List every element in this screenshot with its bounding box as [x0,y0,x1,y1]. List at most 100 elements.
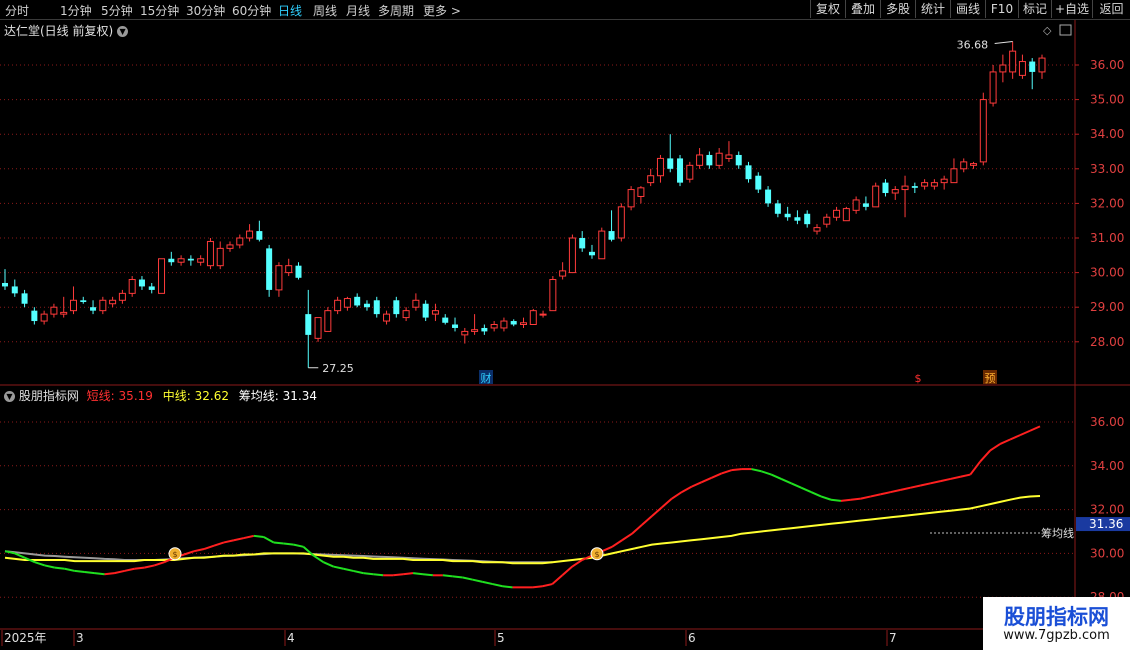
money-bag-glyph: $ [172,550,177,559]
short-line-segment [134,566,145,570]
short-line-segment [223,539,235,544]
candle-body-up [60,311,68,315]
candle-body-up [559,270,567,277]
mid-value: 32.62 [194,389,229,403]
short-line-segment [999,438,1011,445]
short-line-segment [571,559,583,568]
candle-body-up [216,247,224,267]
candle-body-up [872,185,880,208]
short-line-segment [74,569,85,574]
price-tick-label: 29.00 [1090,300,1124,314]
short-line-segment [711,472,722,479]
candle-body-down [774,203,781,214]
avg-line-tag: 筹均线 [1041,526,1074,540]
short-line-segment [402,572,414,576]
short-line-segment [930,480,941,485]
avg-value: 31.34 [282,389,318,403]
current-value-tag: 31.36 [1089,517,1123,531]
candle-body-down [373,300,380,315]
indicator-tick-label: 36.00 [1090,415,1124,429]
candle-body-up [852,199,860,211]
candle-body-up [950,168,958,184]
candle-body-down [2,282,8,287]
short-line-segment [482,580,493,586]
candle-body-up [725,154,733,159]
panel-toggle-icon [1059,24,1072,36]
candle-body-up [40,313,48,322]
short-line-segment [820,495,832,501]
candle-body-up [402,310,410,319]
short-line-segment [104,572,115,576]
chevron-down-icon[interactable]: ▼ [117,26,129,37]
candle-body-down [588,251,595,256]
short-line-segment [283,542,294,546]
candle-body-up [656,157,664,177]
candle-body-up [285,265,293,274]
candle-body-up [206,240,214,267]
avg-label: 筹均线: [238,389,279,403]
short-line-segment [940,477,951,483]
candle-body-up [471,329,479,332]
candle-body-down [608,231,615,240]
indicator-title: ▼ 股朋指标网 短线: 35.19 中线: 32.62 筹均线: 31.34 [4,387,317,404]
chevron-down-icon[interactable]: ▼ [4,391,15,402]
short-line-segment [472,578,483,583]
candle-body-up [1018,61,1026,76]
short-line-segment [681,485,693,493]
short-line-segment [1009,434,1021,441]
candle-body-up [529,310,537,326]
x-axis-label: 4 [287,631,295,645]
stock-title: 达仁堂(日线 前复权) [4,24,114,38]
watermark-url: www.7gpzb.com [1003,628,1110,643]
short-line-segment [492,583,503,588]
short-line-segment [323,561,334,568]
candle-body-up [901,185,909,191]
candle-body-up [627,189,635,208]
short-line-segment [263,536,275,544]
candle-body-up [823,216,831,225]
candle-body-down [187,258,194,261]
short-line-segment [751,468,762,473]
short-line-segment [54,566,65,570]
short-line-segment [721,469,732,475]
candle-body-down [363,303,370,308]
short-line-segment [969,460,982,476]
candle-body-up [334,299,342,312]
indicator-lines [4,425,1041,589]
candle-body-up [314,317,322,339]
candle-body-up [118,292,126,301]
short-line-segment [780,478,792,485]
short-line-segment [452,575,463,579]
candle-body-down [706,154,713,166]
candle-body-up [383,313,391,322]
candle-body-up [177,258,185,263]
short-line-segment [183,550,195,556]
price-tick-label: 36.00 [1090,58,1124,72]
candle-body-up [813,227,821,232]
watermark-title: 股朋指标网 [1004,605,1109,629]
x-axis-label: 6 [688,631,696,645]
candle-body-down [90,307,97,311]
x-axis-label: 7 [889,631,897,645]
short-line-segment [253,534,264,538]
kline-chart[interactable]: 36.00 35.00 34.00 33.00 32.00 31.00 30.00 29.00… [0,0,1130,650]
candle-body-up [647,175,655,184]
price-tick-label: 34.00 [1090,127,1124,141]
short-line-segment [671,491,683,500]
candle-body-down [481,327,488,332]
short-line-segment [641,515,653,526]
price-tick-label: 31.00 [1090,231,1124,245]
candle-body-down [31,310,38,322]
candle-body-up [686,164,694,180]
short-line-segment [989,443,1001,452]
candle-body-up [930,182,938,187]
short-line-segment [561,565,573,577]
candle-body-up [637,187,645,197]
x-axis-label: 5 [497,631,505,645]
short-line-segment [462,576,473,581]
short-line-segment [442,574,453,578]
short-line-segment [631,524,643,535]
x-axis-label: 2025年 [4,631,47,645]
short-line-segment [422,573,434,577]
event-marker-label: 预 [985,372,996,385]
